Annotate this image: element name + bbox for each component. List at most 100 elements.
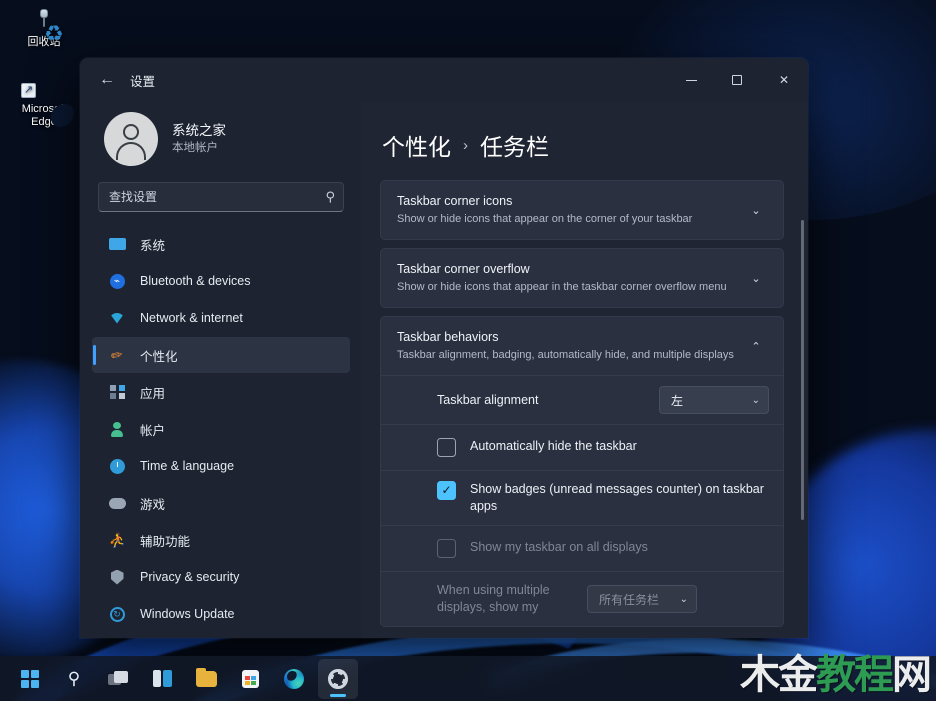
sidebar-item-system[interactable]: 系统	[92, 226, 350, 262]
taskbar-settings-button[interactable]	[318, 658, 358, 699]
window-title: 设置	[130, 74, 156, 89]
card-title: Taskbar corner overflow	[397, 262, 530, 276]
personalization-icon: ✏	[109, 345, 125, 364]
back-arrow-icon: ←	[99, 71, 115, 88]
chevron-down-icon: ⌄	[679, 593, 688, 605]
sidebar-item-accounts[interactable]: 帐户	[92, 411, 350, 447]
accessibility-icon: ⛹	[108, 531, 126, 548]
task-view-icon	[108, 671, 128, 686]
auto-hide-label: Automatically hide the taskbar	[470, 439, 637, 453]
card-taskbar-behaviors[interactable]: Taskbar behaviors Taskbar alignment, bad…	[380, 316, 784, 627]
chevron-up-icon[interactable]: ⌃	[743, 340, 769, 353]
breadcrumb-current: 任务栏	[480, 134, 549, 160]
taskbar-widgets-button[interactable]	[142, 659, 182, 699]
search-icon: ⚲	[325, 189, 335, 204]
row-show-taskbar-all-displays: Show my taskbar on all displays	[381, 525, 783, 571]
card-taskbar-corner-overflow[interactable]: Taskbar corner overflow Show or hide ico…	[380, 248, 784, 308]
desktop-icon-microsoft-edge[interactable]: ↗ Microsoft Edge	[6, 83, 82, 129]
sidebar-item-label: 个性化	[140, 349, 178, 364]
taskbar-start-button[interactable]	[10, 659, 50, 699]
sidebar-item-gaming[interactable]: 游戏	[92, 485, 350, 521]
card-header[interactable]: Taskbar corner overflow Show or hide ico…	[381, 249, 783, 307]
desktop: ♻ 回收站 ↗ Microsoft Edge ← 设置 ✕ 系统之家 本地帐户 …	[0, 0, 936, 701]
sidebar-item-label: 辅助功能	[140, 534, 191, 549]
close-icon: ✕	[778, 73, 790, 87]
breadcrumb-separator-icon: ›	[463, 136, 468, 154]
chevron-down-icon: ⌄	[751, 394, 760, 406]
system-icon	[106, 235, 128, 253]
row-show-badges[interactable]: ✓ Show badges (unread messages counter) …	[381, 470, 783, 525]
sidebar-item-privacy-security[interactable]: Privacy & security	[92, 559, 350, 595]
back-button[interactable]: ←	[90, 65, 124, 95]
dropdown-value: 所有任务栏	[599, 592, 660, 607]
gear-icon	[328, 668, 348, 689]
sidebar-item-apps[interactable]: 应用	[92, 374, 350, 410]
card-taskbar-corner-icons[interactable]: Taskbar corner icons Show or hide icons …	[380, 180, 784, 240]
taskbar-search-button[interactable]: ⚲	[54, 659, 94, 699]
account-section[interactable]: 系统之家 本地帐户	[92, 102, 350, 180]
edge-icon	[284, 668, 304, 689]
sidebar: 系统之家 本地帐户 ⚲ 系统 ⌁ Bluetooth & devices	[80, 102, 362, 638]
breadcrumb: 个性化 › 任务栏	[380, 102, 784, 180]
sidebar-item-label: 系统	[140, 238, 166, 253]
chevron-down-icon[interactable]: ⌄	[743, 204, 769, 217]
window-controls: ✕	[668, 58, 808, 102]
card-header[interactable]: Taskbar behaviors Taskbar alignment, bad…	[381, 317, 783, 375]
gaming-icon	[106, 494, 128, 512]
dropdown-value: 左	[671, 393, 684, 408]
shortcut-arrow-icon: ↗	[21, 83, 36, 98]
show-badges-label: Show badges (unread messages counter) on…	[470, 482, 764, 513]
windows-start-icon	[21, 669, 39, 688]
row-taskbar-alignment: Taskbar alignment 左 ⌄	[381, 375, 783, 424]
store-icon	[241, 669, 259, 688]
desktop-icon-recycle-bin[interactable]: ♻ 回收站	[6, 8, 82, 49]
row-auto-hide-taskbar[interactable]: Automatically hide the taskbar	[381, 424, 783, 470]
close-button[interactable]: ✕	[760, 58, 808, 102]
card-subtitle: Taskbar alignment, badging, automaticall…	[397, 349, 734, 361]
taskbar-task-view-button[interactable]	[98, 659, 138, 699]
settings-window: ← 设置 ✕ 系统之家 本地帐户 查找设置 ⚲ 系统 ⌁ Bluetooth &…	[80, 58, 808, 638]
time-language-icon	[106, 457, 128, 475]
sidebar-item-network-internet[interactable]: Network & internet	[92, 300, 350, 336]
taskbar-microsoft-edge-button[interactable]	[274, 659, 314, 699]
search-box[interactable]: ⚲	[98, 182, 344, 212]
search-input[interactable]	[109, 190, 326, 204]
apps-icon	[106, 383, 128, 401]
sidebar-item-label: 游戏	[140, 497, 166, 512]
taskbar-alignment-label: Taskbar alignment	[437, 392, 539, 407]
sidebar-item-time-language[interactable]: Time & language	[92, 448, 350, 484]
sidebar-item-label: Privacy & security	[140, 570, 240, 584]
sidebar-item-label: Network & internet	[140, 311, 243, 325]
card-title: Taskbar corner icons	[397, 194, 513, 208]
auto-hide-checkbox[interactable]	[437, 438, 456, 457]
multi-display-dropdown: 所有任务栏 ⌄	[587, 585, 697, 613]
window-titlebar: ← 设置 ✕	[80, 58, 808, 102]
sidebar-item-bluetooth-devices[interactable]: ⌁ Bluetooth & devices	[92, 263, 350, 299]
content-scrollbar[interactable]	[801, 220, 804, 520]
sidebar-item-personalization[interactable]: ✏ 个性化	[92, 337, 350, 373]
minimize-button[interactable]	[668, 58, 714, 102]
maximize-icon	[732, 75, 742, 85]
maximize-button[interactable]	[714, 58, 760, 102]
sidebar-item-label: 帐户	[140, 423, 166, 438]
card-subtitle: Show or hide icons that appear in the ta…	[397, 281, 727, 293]
sidebar-item-label: 应用	[140, 386, 166, 401]
show-badges-checkbox[interactable]: ✓	[437, 481, 456, 500]
breadcrumb-parent[interactable]: 个性化	[382, 128, 451, 162]
search-icon: ⚲	[67, 668, 81, 688]
card-title: Taskbar behaviors	[397, 330, 499, 344]
card-header[interactable]: Taskbar corner icons Show or hide icons …	[381, 181, 783, 239]
chevron-down-icon[interactable]: ⌄	[743, 272, 769, 285]
all-displays-label: Show my taskbar on all displays	[470, 540, 648, 554]
sidebar-item-windows-update[interactable]: ↻ Windows Update	[92, 596, 350, 632]
sidebar-item-accessibility[interactable]: ⛹ 辅助功能	[92, 522, 350, 558]
window-body: 系统之家 本地帐户 ⚲ 系统 ⌁ Bluetooth & devices	[80, 102, 808, 638]
multi-display-label: When using multiple displays, show my	[437, 583, 550, 614]
recycle-bin-icon: ♻	[23, 13, 65, 45]
taskbar-file-explorer-button[interactable]	[186, 659, 226, 699]
taskbar-microsoft-store-button[interactable]	[230, 659, 270, 699]
account-type: 本地帐户	[172, 142, 218, 154]
sidebar-item-label: Time & language	[140, 459, 235, 473]
taskbar-alignment-dropdown[interactable]: 左 ⌄	[659, 386, 769, 414]
all-displays-checkbox	[437, 539, 456, 558]
